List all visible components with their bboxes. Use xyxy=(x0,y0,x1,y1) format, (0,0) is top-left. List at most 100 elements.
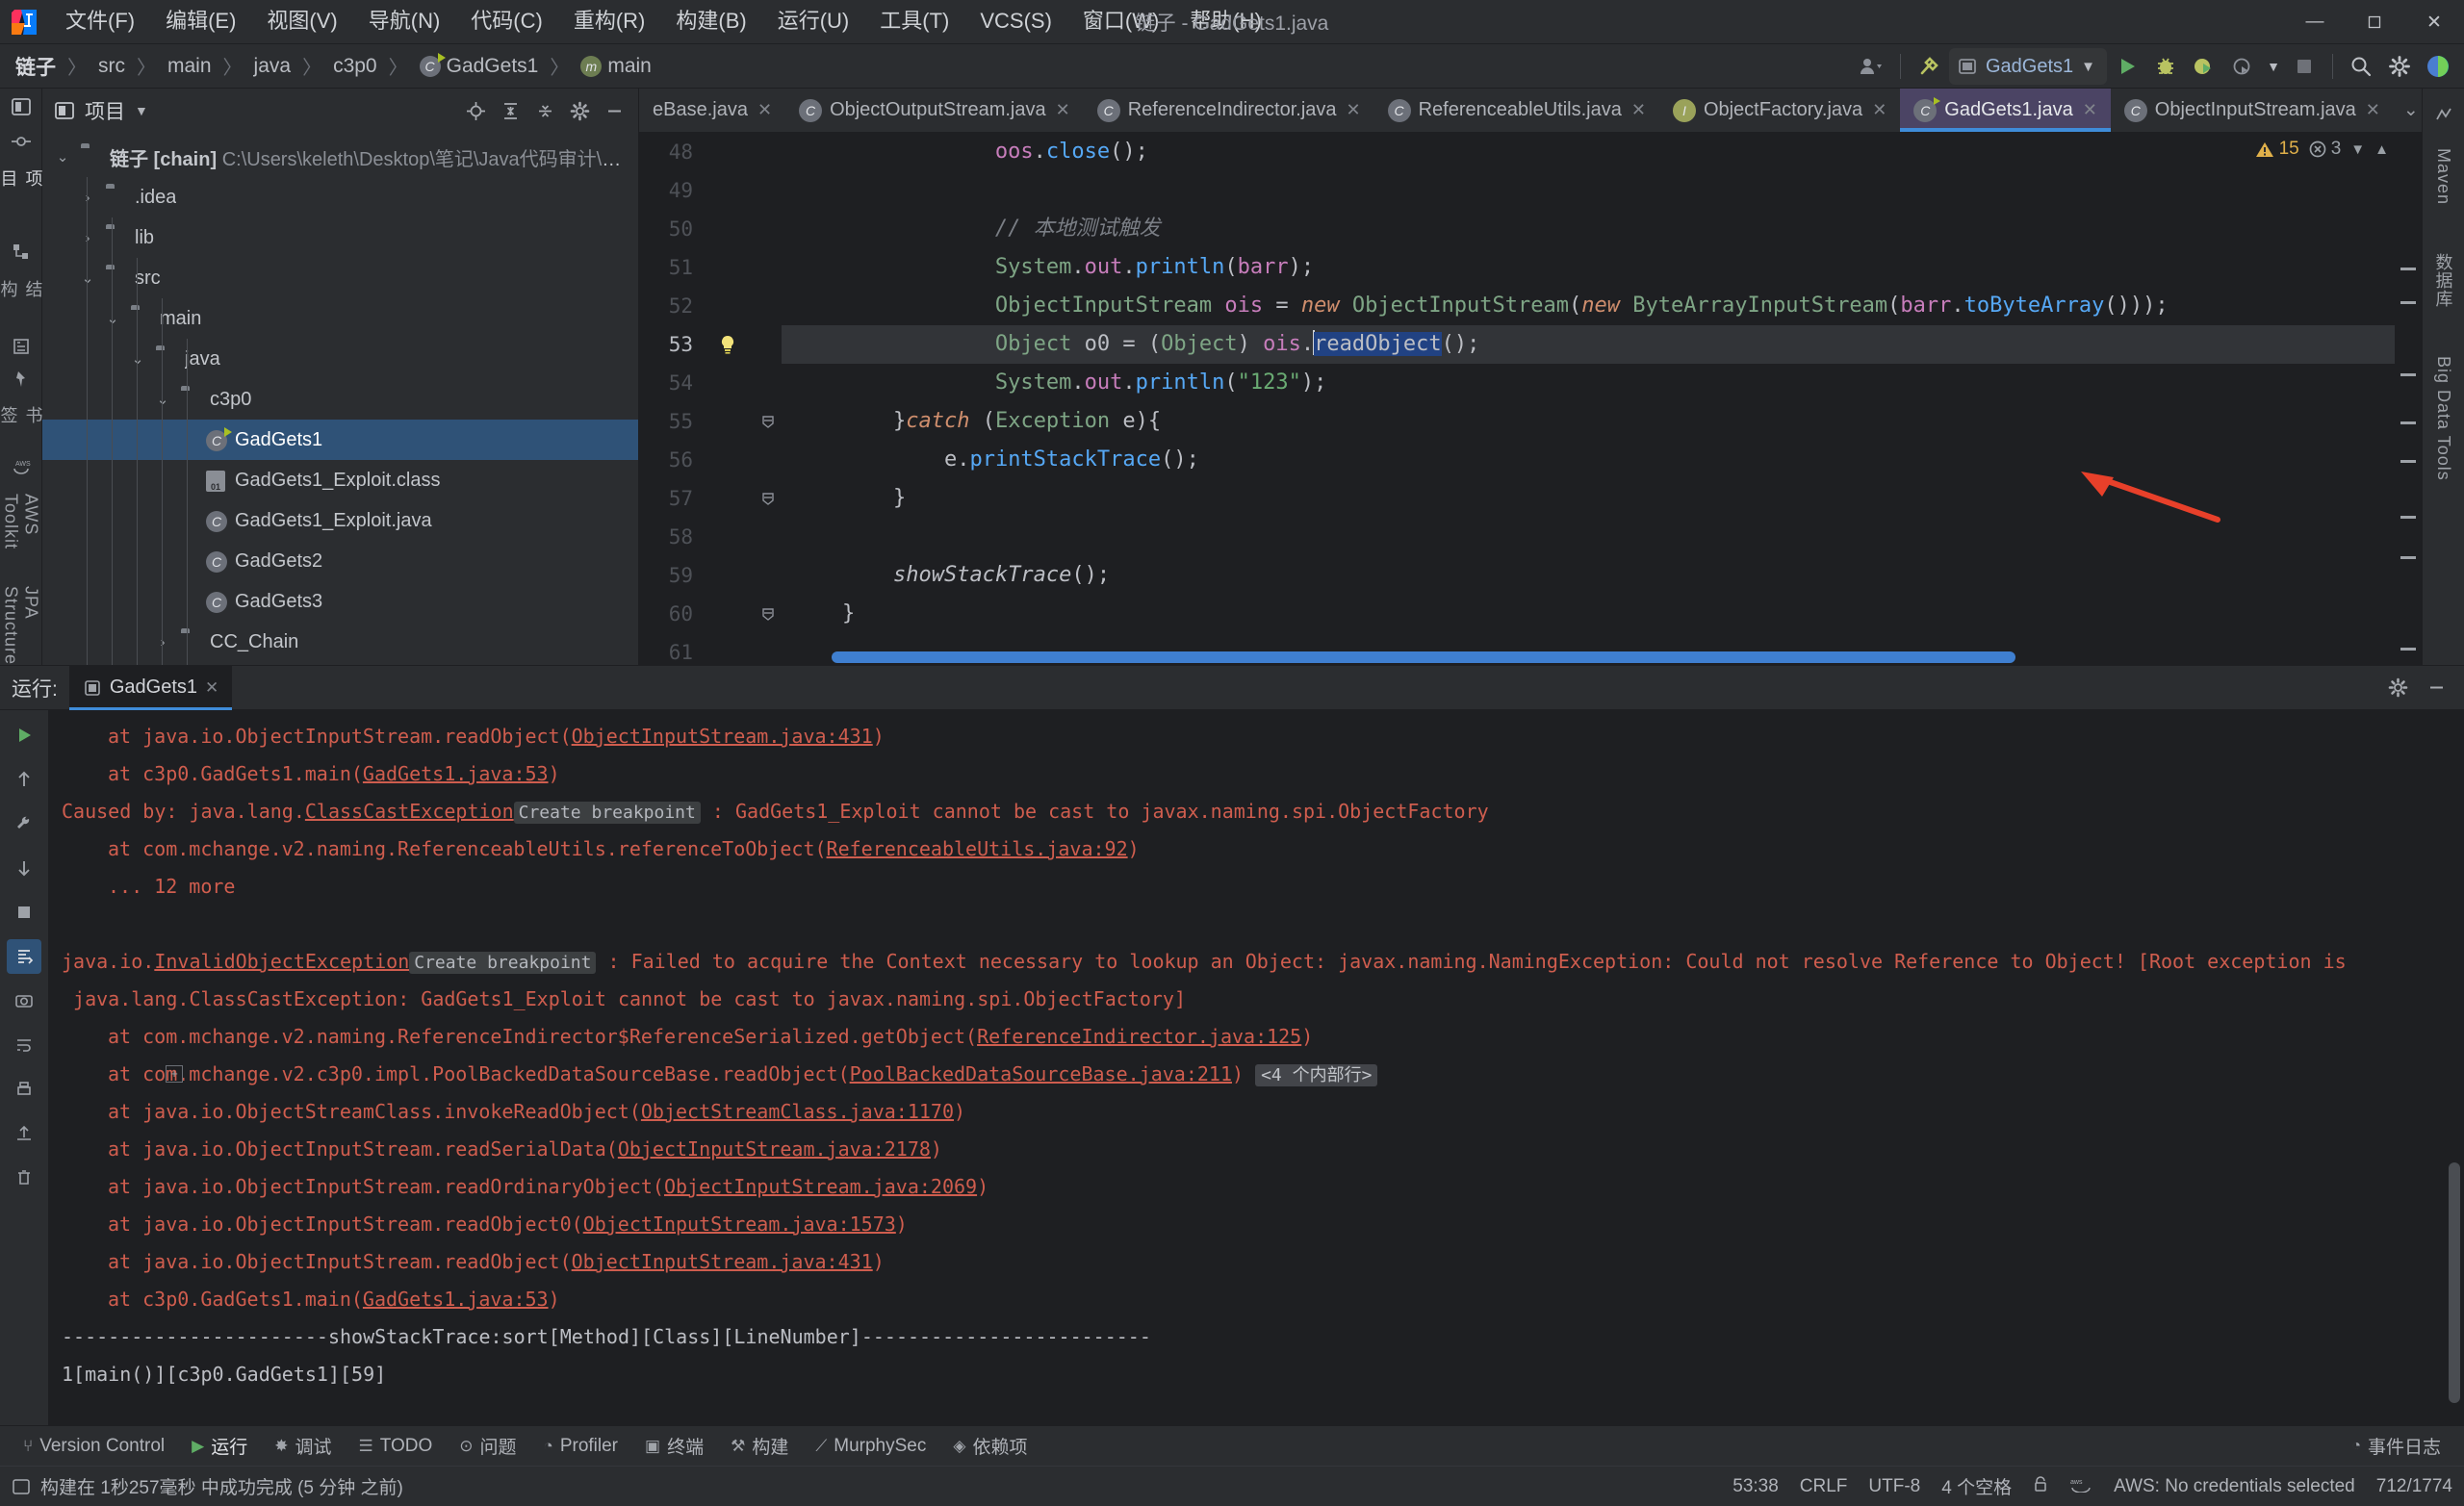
tree-node[interactable]: C GadGets1 xyxy=(42,420,638,460)
file-encoding[interactable]: UTF-8 xyxy=(1868,1476,1920,1497)
tree-node[interactable]: C GadGets1_Exploit.java xyxy=(42,500,638,541)
close-icon[interactable]: ✕ xyxy=(205,678,218,698)
tree-node[interactable]: ⌄ 链子 [chain] C:\Users\keleth\Desktop\笔记\J… xyxy=(42,137,638,177)
menu-view[interactable]: 视图(V) xyxy=(251,5,352,38)
aws-icon[interactable]: aws xyxy=(2069,1475,2092,1498)
code-line[interactable]: }catch (Exception e){ xyxy=(782,402,2395,441)
code-line[interactable] xyxy=(782,518,2395,556)
tool-window-button-build[interactable]: ⚒ 构建 xyxy=(719,1429,800,1463)
run-tab-gadgets1[interactable]: GadGets1 ✕ xyxy=(68,665,233,710)
memory-indicator[interactable]: 712/1774 xyxy=(2376,1476,2452,1497)
stacktrace-link[interactable]: InvalidObjectException xyxy=(154,950,409,973)
gutter-icons[interactable] xyxy=(706,133,757,665)
close-button[interactable]: ✕ xyxy=(2404,0,2464,44)
console-scrollbar-thumb[interactable] xyxy=(2449,1162,2460,1403)
console-output[interactable]: at java.io.ObjectInputStream.readObject(… xyxy=(48,710,2464,1425)
scrollbar-thumb[interactable] xyxy=(832,651,2015,663)
trash-icon[interactable] xyxy=(7,1161,41,1195)
code-line[interactable]: oos.close(); xyxy=(782,133,2395,171)
tool-window-button-problems[interactable]: ⊙ 问题 xyxy=(448,1429,527,1463)
close-icon[interactable]: ✕ xyxy=(757,100,772,120)
code-line[interactable]: showStackTrace(); xyxy=(782,556,2395,595)
editor-tab[interactable]: C ObjectInputStream.java ✕ xyxy=(2111,89,2394,132)
create-breakpoint-badge[interactable]: Create breakpoint xyxy=(409,952,597,974)
chevron-right-icon[interactable]: › xyxy=(152,634,173,651)
aws-toolkit-icon[interactable]: AWS xyxy=(5,457,38,476)
stacktrace-link[interactable]: GadGets1.java:53 xyxy=(363,762,549,785)
sidebar-item-database[interactable]: 数据库 xyxy=(2431,253,2456,308)
stacktrace-link[interactable]: ObjectInputStream.java:431 xyxy=(572,1250,873,1273)
tree-node[interactable]: › CC_Chain xyxy=(42,622,638,662)
hide-icon[interactable] xyxy=(2420,672,2452,704)
editor-tab[interactable]: C ReferenceIndirector.java ✕ xyxy=(1084,89,1374,132)
code-line[interactable]: e.printStackTrace(); xyxy=(782,441,2395,479)
search-icon[interactable] xyxy=(2343,48,2379,85)
caret-position[interactable]: 53:38 xyxy=(1732,1476,1779,1497)
menu-refactor[interactable]: 重构(R) xyxy=(558,5,661,38)
breadcrumb-main-method[interactable]: m main xyxy=(573,52,659,81)
sidebar-item-bookmarks[interactable]: 书签 xyxy=(0,406,46,424)
editor-scrollbar[interactable] xyxy=(2395,133,2422,665)
code-line[interactable]: System.out.println(barr); xyxy=(782,248,2395,287)
settings-icon[interactable] xyxy=(2381,48,2418,85)
warning-count[interactable]: 15 xyxy=(2255,139,2299,160)
stacktrace-link[interactable]: ObjectInputStream.java:431 xyxy=(572,725,873,748)
profiler-icon[interactable] xyxy=(2224,48,2261,85)
chevron-right-icon[interactable]: › xyxy=(77,230,98,246)
chevron-down-icon[interactable]: ⌄ xyxy=(102,310,123,327)
lock-icon[interactable] xyxy=(2033,1475,2048,1498)
fold-gutter[interactable] xyxy=(757,133,782,665)
close-icon[interactable]: ✕ xyxy=(2083,100,2097,120)
sidebar-item-jpa-structure[interactable]: JPA Structure xyxy=(1,586,41,665)
camera-icon[interactable] xyxy=(7,983,41,1018)
close-icon[interactable]: ✕ xyxy=(1631,100,1646,120)
inspection-widget[interactable]: 15 3 ▼ ▲ xyxy=(2255,139,2389,160)
indent-setting[interactable]: 4 个空格 xyxy=(1941,1473,2012,1499)
breadcrumb-src[interactable]: src xyxy=(90,52,133,81)
breadcrumb-java[interactable]: java xyxy=(246,52,299,81)
bookmarks-icon[interactable] xyxy=(5,337,38,356)
print-icon[interactable] xyxy=(7,1072,41,1107)
menu-code[interactable]: 代码(C) xyxy=(455,5,558,38)
tree-node[interactable]: C GadGets2 xyxy=(42,541,638,581)
ai-assistant-icon[interactable] xyxy=(2420,48,2456,85)
tree-node[interactable]: ⌄ c3p0 xyxy=(42,379,638,420)
tree-node[interactable]: ⌄ src xyxy=(42,258,638,298)
tree-node[interactable]: › lib xyxy=(42,217,638,258)
maven-icon[interactable] xyxy=(2427,98,2460,131)
soft-wrap-icon[interactable] xyxy=(7,1028,41,1062)
hide-icon[interactable] xyxy=(598,94,630,127)
stacktrace-link[interactable]: ReferenceableUtils.java:92 xyxy=(827,837,1128,860)
code-fold-icon[interactable] xyxy=(757,595,782,633)
settings-icon[interactable] xyxy=(563,94,596,127)
chevron-up-icon[interactable]: ▲ xyxy=(2374,141,2389,158)
menu-edit[interactable]: 编辑(E) xyxy=(150,5,251,38)
chevron-down-icon[interactable]: ⌄ xyxy=(152,391,173,408)
line-separator[interactable]: CRLF xyxy=(1800,1476,1848,1497)
tree-node[interactable]: ⌄ main xyxy=(42,298,638,339)
expand-all-icon[interactable] xyxy=(494,94,526,127)
down-stack-icon[interactable] xyxy=(7,851,41,885)
tool-window-button-terminal[interactable]: ▣ 终端 xyxy=(633,1429,715,1463)
chevron-down-icon[interactable]: ⌄ xyxy=(127,350,148,368)
close-icon[interactable]: ✕ xyxy=(2366,100,2380,120)
close-icon[interactable]: ✕ xyxy=(1056,100,1070,120)
menu-navigate[interactable]: 导航(N) xyxy=(353,5,456,38)
menu-file[interactable]: 文件(F) xyxy=(50,5,150,38)
sidebar-item-project[interactable]: 项目 xyxy=(0,169,46,188)
user-profile-icon[interactable] xyxy=(1854,48,1890,85)
close-icon[interactable]: ✕ xyxy=(1347,100,1361,120)
pin-icon[interactable] xyxy=(5,370,38,389)
menu-run[interactable]: 运行(U) xyxy=(762,5,865,38)
sidebar-item-big-data-tools[interactable]: Big Data Tools xyxy=(2433,356,2453,481)
error-count[interactable]: 3 xyxy=(2309,139,2341,160)
tool-window-button-event-log[interactable]: ◔ 事件日志 xyxy=(2340,1429,2452,1463)
sidebar-item-maven[interactable]: Maven xyxy=(2433,148,2453,205)
sidebar-item-aws-toolkit[interactable]: AWS Toolkit xyxy=(1,494,41,549)
tool-window-button-dependencies[interactable]: ◈ 依赖项 xyxy=(941,1429,1039,1463)
close-icon[interactable]: ✕ xyxy=(1872,100,1886,120)
code-line[interactable]: ObjectInputStream ois = new ObjectInputS… xyxy=(782,287,2395,325)
menu-vcs[interactable]: VCS(S) xyxy=(964,5,1067,38)
intention-bulb-icon[interactable] xyxy=(706,325,757,364)
chevron-down-icon[interactable]: ⌄ xyxy=(77,269,98,287)
